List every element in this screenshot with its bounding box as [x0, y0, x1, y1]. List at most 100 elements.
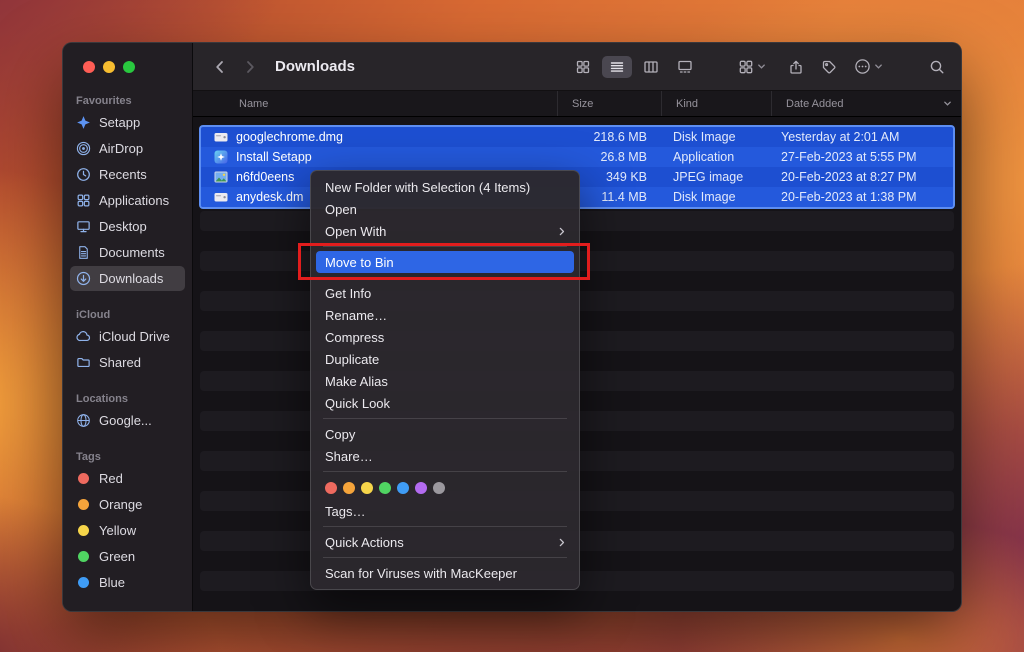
menu-item-share[interactable]: Share…: [311, 445, 579, 467]
column-header-name[interactable]: Name: [193, 91, 557, 116]
purple-tag-swatch[interactable]: [415, 482, 427, 494]
sidebar-item-applications[interactable]: Applications: [70, 188, 185, 213]
chevron-right-icon: [556, 537, 567, 548]
menu-item-open-with[interactable]: Open With: [311, 220, 579, 242]
column-view-button[interactable]: [636, 56, 666, 78]
file-name: n6fd0eens: [236, 170, 294, 184]
sidebar-section-favourites: Favourites: [63, 95, 192, 107]
desktop-icon: [75, 219, 92, 234]
menu-item-rename[interactable]: Rename…: [311, 304, 579, 326]
minimize-window-button[interactable]: [103, 61, 115, 73]
green-tag-swatch[interactable]: [379, 482, 391, 494]
sidebar-section-locations: Locations: [63, 393, 192, 405]
column-header-date-added[interactable]: Date Added: [771, 91, 961, 116]
application-icon: [213, 149, 229, 165]
window-title: Downloads: [275, 58, 355, 75]
menu-item-open[interactable]: Open: [311, 198, 579, 220]
document-icon: [75, 245, 92, 260]
file-date-added: 20-Feb-2023 at 8:27 PM: [769, 170, 953, 184]
orange-tag-swatch[interactable]: [343, 482, 355, 494]
context-menu: New Folder with Selection (4 Items) Open…: [310, 170, 580, 590]
menu-separator: [323, 471, 567, 472]
file-size: 26.8 MB: [559, 150, 661, 164]
applications-icon: [75, 193, 92, 208]
file-date-added: 20-Feb-2023 at 1:38 PM: [769, 190, 953, 204]
disk-image-icon: [213, 129, 229, 145]
file-name: googlechrome.dmg: [236, 130, 343, 144]
file-name: Install Setapp: [236, 150, 312, 164]
menu-item-quick-actions[interactable]: Quick Actions: [311, 531, 579, 553]
menu-item-quick-look[interactable]: Quick Look: [311, 392, 579, 414]
sidebar-item-label: Google...: [99, 413, 152, 428]
menu-item-tags[interactable]: Tags…: [311, 500, 579, 522]
file-size: 218.6 MB: [559, 130, 661, 144]
group-by-button[interactable]: [738, 59, 766, 75]
menu-separator: [323, 418, 567, 419]
sidebar-section-tags: Tags: [63, 451, 192, 463]
sidebar-item-documents[interactable]: Documents: [70, 240, 185, 265]
sidebar-item-google-drive[interactable]: Google...: [70, 408, 185, 433]
menu-separator: [323, 557, 567, 558]
menu-item-make-alias[interactable]: Make Alias: [311, 370, 579, 392]
clock-icon: [75, 167, 92, 182]
menu-tag-color-row: [311, 476, 579, 500]
gallery-view-button[interactable]: [670, 56, 700, 78]
sidebar-item-tag-blue[interactable]: Blue: [70, 570, 185, 595]
toolbar: Downloads: [193, 43, 961, 91]
list-view-button[interactable]: [602, 56, 632, 78]
sidebar-item-label: AirDrop: [99, 141, 143, 156]
sidebar-item-tag-orange[interactable]: Orange: [70, 492, 185, 517]
menu-item-move-to-bin[interactable]: Move to Bin: [316, 251, 574, 273]
sidebar-item-downloads[interactable]: Downloads: [70, 266, 185, 291]
file-name: anydesk.dm: [236, 190, 303, 204]
column-header-kind[interactable]: Kind: [661, 91, 771, 116]
search-button[interactable]: [929, 59, 945, 75]
menu-item-get-info[interactable]: Get Info: [311, 282, 579, 304]
icon-view-button[interactable]: [568, 56, 598, 78]
back-button[interactable]: [209, 59, 231, 75]
zoom-window-button[interactable]: [123, 61, 135, 73]
file-kind: Disk Image: [661, 190, 769, 204]
sidebar-item-setapp[interactable]: Setapp: [70, 110, 185, 135]
close-window-button[interactable]: [83, 61, 95, 73]
file-kind: Application: [661, 150, 769, 164]
share-button[interactable]: [788, 59, 804, 75]
sidebar-item-shared[interactable]: Shared: [70, 350, 185, 375]
file-row-install-setapp[interactable]: Install Setapp 26.8 MB Application 27-Fe…: [201, 147, 953, 167]
forward-button[interactable]: [239, 59, 261, 75]
sidebar-item-airdrop[interactable]: AirDrop: [70, 136, 185, 161]
more-actions-button[interactable]: [854, 58, 883, 75]
sidebar-item-icloud-drive[interactable]: iCloud Drive: [70, 324, 185, 349]
menu-item-new-folder-with-selection[interactable]: New Folder with Selection (4 Items): [311, 176, 579, 198]
blue-tag-swatch[interactable]: [397, 482, 409, 494]
menu-item-copy[interactable]: Copy: [311, 423, 579, 445]
sidebar-item-desktop[interactable]: Desktop: [70, 214, 185, 239]
sidebar-item-tag-yellow[interactable]: Yellow: [70, 518, 185, 543]
sidebar-item-label: Documents: [99, 245, 165, 260]
sidebar-item-recents[interactable]: Recents: [70, 162, 185, 187]
column-header-size[interactable]: Size: [557, 91, 661, 116]
sidebar-item-label: Red: [99, 471, 123, 486]
tags-button[interactable]: [821, 59, 837, 75]
red-tag-swatch[interactable]: [325, 482, 337, 494]
desktop-wallpaper: Favourites Setapp AirDrop Recents: [0, 0, 1024, 652]
grey-tag-swatch[interactable]: [433, 482, 445, 494]
window-controls: [63, 61, 192, 73]
yellow-tag-icon: [75, 525, 92, 536]
file-row-googlechrome[interactable]: googlechrome.dmg 218.6 MB Disk Image Yes…: [201, 127, 953, 147]
shared-folder-icon: [75, 355, 92, 370]
orange-tag-icon: [75, 499, 92, 510]
file-date-added: 27-Feb-2023 at 5:55 PM: [769, 150, 953, 164]
google-drive-icon: [75, 413, 92, 428]
yellow-tag-swatch[interactable]: [361, 482, 373, 494]
chevron-down-icon: [757, 62, 766, 71]
menu-item-duplicate[interactable]: Duplicate: [311, 348, 579, 370]
blue-tag-icon: [75, 577, 92, 588]
menu-item-scan-for-viruses[interactable]: Scan for Viruses with MacKeeper: [311, 562, 579, 584]
setapp-icon: [75, 115, 92, 130]
cloud-icon: [75, 329, 92, 344]
sidebar-item-tag-red[interactable]: Red: [70, 466, 185, 491]
sidebar-section-icloud: iCloud: [63, 309, 192, 321]
menu-item-compress[interactable]: Compress: [311, 326, 579, 348]
sidebar-item-tag-green[interactable]: Green: [70, 544, 185, 569]
